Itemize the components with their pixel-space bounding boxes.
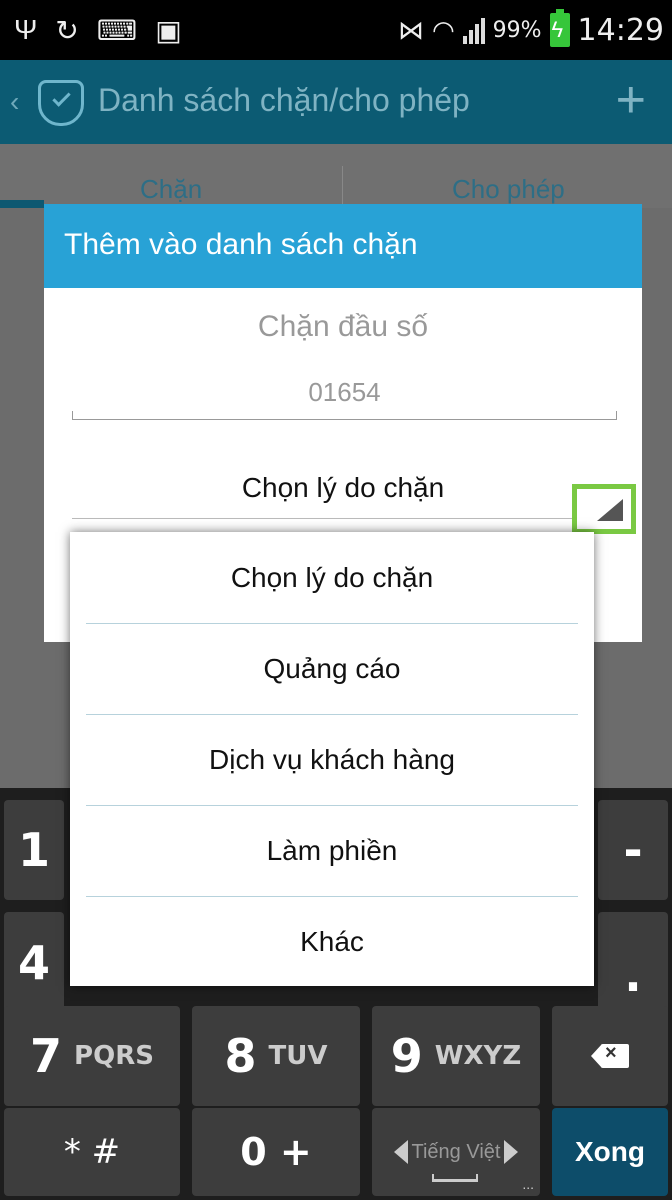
- shopping-bag-icon: ▣: [155, 14, 182, 46]
- dropdown-option[interactable]: Khác: [70, 896, 594, 987]
- language-key[interactable]: Tiếng Việt ...: [372, 1108, 540, 1196]
- key-7-label: 7: [30, 1029, 63, 1083]
- dropdown-option[interactable]: Quảng cáo: [70, 623, 594, 714]
- spinner-underline: [72, 518, 617, 519]
- tab-block[interactable]: Chặn: [140, 174, 202, 205]
- dropdown-option[interactable]: Chọn lý do chặn: [70, 532, 594, 623]
- key-8[interactable]: 8 TUV: [192, 1006, 360, 1106]
- spinner-arrow-icon[interactable]: [572, 484, 636, 534]
- dropdown-option[interactable]: Làm phiền: [70, 805, 594, 896]
- key-star-label: * #: [63, 1132, 121, 1172]
- usb-icon: Ψ: [14, 14, 38, 45]
- arrow-right-icon: [504, 1140, 519, 1164]
- status-bar: Ψ ↻ ⌨ ▣ ⋈ ◠ 99% ϟ 14:29: [0, 0, 672, 60]
- status-time: 14:29: [577, 12, 664, 48]
- done-key[interactable]: Xong: [552, 1108, 668, 1196]
- key-8-letters: TUV: [268, 1041, 328, 1071]
- add-button[interactable]: +: [616, 74, 646, 126]
- battery-percent: 99%: [492, 17, 542, 43]
- space-icon: [432, 1174, 478, 1182]
- number-input[interactable]: 01654: [72, 372, 617, 420]
- key-dash[interactable]: -: [598, 800, 668, 900]
- status-left-icons: Ψ ↻ ⌨ ▣: [14, 10, 182, 50]
- key-9[interactable]: 9 WXYZ: [372, 1006, 540, 1106]
- dialog-title: Thêm vào danh sách chặn: [44, 204, 642, 288]
- dialog-subtitle: Chặn đầu số: [257, 310, 429, 343]
- reason-dropdown: Chọn lý do chặn Quảng cáo Dịch vụ khách …: [70, 532, 594, 986]
- app-title: Danh sách chặn/cho phép: [98, 82, 470, 118]
- key-star-hash[interactable]: * #: [4, 1108, 180, 1196]
- key-dot-label: .: [624, 948, 642, 1002]
- keyboard-icon: ⌨: [96, 14, 138, 46]
- key-1-label: 1: [17, 823, 50, 877]
- status-right-icons: ⋈ ◠ 99% ϟ 14:29: [397, 9, 664, 50]
- key-8-label: 8: [224, 1029, 257, 1083]
- key-9-label: 9: [390, 1029, 423, 1083]
- key-1[interactable]: 1: [4, 800, 64, 900]
- key-7-letters: PQRS: [74, 1041, 154, 1071]
- back-chevron-icon[interactable]: ‹: [10, 86, 19, 118]
- more-dots: ...: [522, 1176, 534, 1192]
- key-dash-label: -: [623, 823, 643, 877]
- tab-divider: [342, 166, 343, 206]
- key-0[interactable]: 0 +: [192, 1108, 360, 1196]
- battery-charging-icon: ϟ: [549, 9, 570, 47]
- language-switch: Tiếng Việt: [393, 1140, 519, 1164]
- shield-logo-icon[interactable]: [38, 80, 84, 126]
- tab-indicator: [0, 200, 44, 208]
- dropdown-option[interactable]: Dịch vụ khách hàng: [70, 714, 594, 805]
- language-label: Tiếng Việt: [411, 1140, 501, 1163]
- key-dot[interactable]: .: [598, 912, 668, 1014]
- key-4[interactable]: 4: [4, 912, 64, 1014]
- key-7[interactable]: 7 PQRS: [4, 1006, 180, 1106]
- mute-icon: ⋈: [397, 14, 424, 45]
- wifi-icon: ◠: [431, 14, 455, 45]
- signal-icon: [462, 16, 485, 44]
- reason-spinner[interactable]: Chọn lý do chặn: [44, 472, 642, 504]
- key-0-label: 0 +: [240, 1130, 312, 1174]
- key-4-label: 4: [17, 936, 50, 990]
- sync-icon: ↻: [55, 14, 79, 46]
- backspace-key[interactable]: ×: [552, 1006, 668, 1106]
- tab-bar: Chặn Cho phép: [0, 144, 672, 208]
- key-9-letters: WXYZ: [434, 1041, 522, 1071]
- arrow-left-icon: [393, 1140, 408, 1164]
- app-bar: ‹ Danh sách chặn/cho phép +: [0, 60, 672, 144]
- backspace-icon: ×: [591, 1042, 629, 1068]
- tab-allow[interactable]: Cho phép: [452, 174, 565, 205]
